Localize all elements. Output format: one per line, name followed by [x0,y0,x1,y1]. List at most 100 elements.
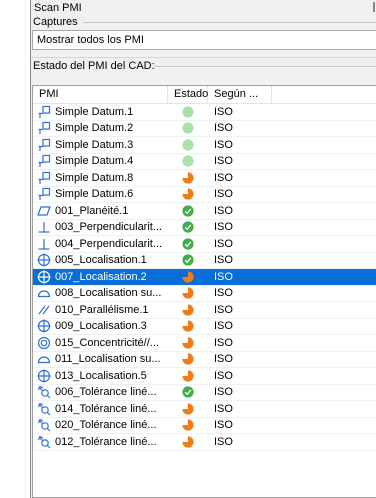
table-row[interactable]: 020_Tolérance liné... ISO [33,418,376,434]
perpendicularity-icon [37,220,55,234]
datum-icon [37,187,55,201]
position-icon [37,319,55,333]
datum-icon [37,138,55,152]
pmi-name: Simple Datum.2 [55,122,134,135]
status-cell [168,154,208,170]
standard-cell: ISO [214,336,233,349]
table-row[interactable]: Simple Datum.4 ISO [33,154,376,170]
scan-pmi-panel: Scan PMI Captures Mostrar todos los PMI … [30,0,376,498]
standard-cell: ISO [214,369,233,382]
table-row[interactable]: Simple Datum.6 ISO [33,187,376,203]
pmi-name: 015_Concentricité//... [55,336,159,349]
table-row[interactable]: 010_Parallélisme.1 ISO [33,302,376,319]
pmi-name: 010_Parallélisme.1 [55,303,149,316]
status-light-green-icon [182,122,194,134]
column-header-status[interactable]: Estado [168,86,208,103]
table-row[interactable]: 012_Tolérance liné... ISO [33,434,376,451]
status-cell [168,286,208,302]
table-row[interactable]: 006_Tolérance liné... ISO [33,385,376,401]
status-light-green-icon [182,155,194,167]
status-green-check-icon [182,205,194,217]
status-orange-icon [182,436,194,448]
status-green-check-icon [182,254,194,266]
pmi-name-cell: 008_Localisation su... [33,286,168,302]
table-row[interactable]: 009_Localisation.3 ISO [33,319,376,335]
status-cell [168,385,208,401]
status-light-green-icon [182,139,194,151]
status-orange-icon [182,337,194,349]
status-orange-icon [182,304,194,316]
screenshot-root: Scan PMI Captures Mostrar todos los PMI … [0,0,376,498]
status-cell [168,104,208,120]
table-row[interactable]: 007_Localisation.2 ISO [33,269,376,286]
standard-cell: ISO [214,320,233,333]
status-cell [168,121,208,137]
table-row[interactable]: 001_Planéité.1 ISO [33,203,376,220]
status-cell [168,335,208,351]
table-row[interactable]: 015_Concentricité//... ISO [33,335,376,352]
datum-icon [37,171,55,185]
standard-cell: ISO [214,254,233,267]
table-row[interactable]: 004_Perpendicularit... ISO [33,236,376,253]
position-icon [37,270,55,284]
pmi-name-cell: 020_Tolérance liné... [33,418,168,434]
table-row[interactable]: Simple Datum.2 ISO [33,121,376,137]
column-header-standard[interactable]: Según ... [208,86,272,103]
pmi-name-cell: 011_Localisation su... [33,352,168,368]
pmi-name: 020_Tolérance liné... [55,419,157,432]
status-cell [168,368,208,384]
linear-tolerance-icon [37,385,55,399]
pmi-name: Simple Datum.4 [55,155,134,168]
table-row[interactable]: 003_Perpendicularit... ISO [33,220,376,236]
status-cell [168,269,208,285]
column-header-pmi[interactable]: PMI [33,86,168,103]
panel-grip-handle[interactable] [373,2,375,12]
pmi-name-cell: 005_Localisation.1 [33,253,168,269]
status-orange-icon [182,271,194,283]
table-row[interactable]: 008_Localisation su... ISO [33,286,376,302]
pmi-name-cell: 015_Concentricité//... [33,335,168,351]
status-orange-icon [182,320,194,332]
status-cell [168,220,208,236]
pmi-name-cell: 003_Perpendicularit... [33,220,168,236]
table-row[interactable]: 005_Localisation.1 ISO [33,253,376,269]
status-cell [168,302,208,318]
table-row[interactable]: Simple Datum.8 ISO [33,170,376,187]
standard-cell: ISO [214,105,233,118]
pmi-name: Simple Datum.1 [55,105,134,118]
table-row[interactable]: 013_Localisation.5 ISO [33,368,376,385]
datum-icon [37,154,55,168]
pmi-name-cell: 014_Tolérance liné... [33,401,168,417]
status-cell [168,253,208,269]
pmi-name: 012_Tolérance liné... [55,435,157,448]
perpendicularity-icon [37,237,55,251]
standard-cell: ISO [214,386,233,399]
table-row[interactable]: Simple Datum.1 ISO [33,104,376,121]
pmi-name-cell: 013_Localisation.5 [33,368,168,384]
status-cell [168,434,208,450]
flatness-icon [37,204,55,218]
table-row[interactable]: Simple Datum.3 ISO [33,137,376,154]
table-row[interactable]: 014_Tolérance liné... ISO [33,401,376,418]
pmi-name: 011_Localisation su... [55,353,161,366]
standard-cell: ISO [214,435,233,448]
status-green-check-icon [182,221,194,233]
pmi-name-cell: 012_Tolérance liné... [33,434,168,450]
pmi-table[interactable]: PMI Estado Según ... Simple Datum.1 ISO Si… [32,85,376,498]
pmi-name: 005_Localisation.1 [55,254,147,267]
pmi-status-group-label: Estado del PMI del CAD: [31,60,376,72]
pmi-name-cell: Simple Datum.1 [33,104,168,120]
standard-cell: ISO [214,303,233,316]
status-cell [168,401,208,417]
status-light-green-icon [182,106,194,118]
pmi-name: 006_Tolérance liné... [55,386,157,399]
standard-cell: ISO [214,419,233,432]
table-row[interactable]: 011_Localisation su... ISO [33,352,376,368]
panel-title-text: Scan PMI [34,2,82,14]
captures-filter-select[interactable]: Mostrar todos los PMI [32,30,376,50]
pmi-name-cell: 001_Planéité.1 [33,203,168,219]
standard-cell: ISO [214,221,233,234]
status-orange-icon [182,287,194,299]
status-orange-icon [182,188,194,200]
pmi-name-cell: Simple Datum.3 [33,137,168,153]
